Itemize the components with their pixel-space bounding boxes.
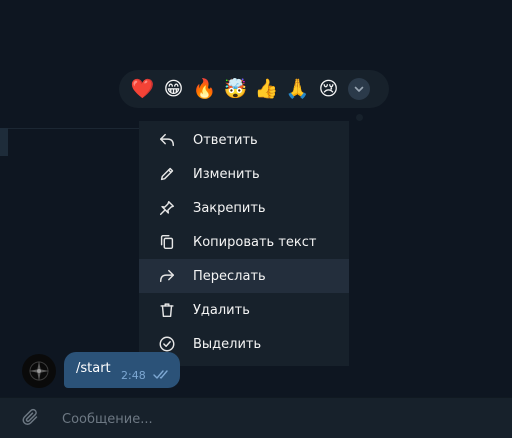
message-time: 2:48	[121, 369, 146, 382]
compass-logo-icon	[29, 361, 49, 381]
reaction-cry[interactable]: 😢	[313, 74, 344, 105]
chevron-down-icon	[354, 86, 364, 92]
reaction-grin[interactable]: 😁	[158, 74, 189, 105]
reaction-mind-blown[interactable]: 🤯	[220, 74, 251, 105]
menu-item-reply[interactable]: Ответить	[139, 123, 349, 157]
expand-reactions-button[interactable]	[348, 78, 370, 100]
avatar[interactable]	[22, 354, 56, 388]
reaction-bar-tail	[356, 114, 363, 121]
reaction-heart[interactable]: ❤️	[127, 74, 158, 105]
menu-item-label: Ответить	[193, 132, 258, 148]
chat-area: ❤️ 😁 🔥 🤯 👍 🙏 😢 Ответить Изменить Закрепи…	[0, 0, 512, 397]
pencil-icon	[157, 164, 177, 184]
reaction-fire[interactable]: 🔥	[189, 74, 220, 105]
scroll-indicator	[0, 128, 8, 156]
trash-icon	[157, 300, 177, 320]
menu-item-delete[interactable]: Удалить	[139, 293, 349, 327]
reaction-thumbs-up[interactable]: 👍	[251, 74, 282, 105]
menu-item-label: Выделить	[193, 336, 262, 352]
forward-icon	[157, 266, 177, 286]
paperclip-icon[interactable]	[21, 408, 41, 428]
menu-item-label: Удалить	[193, 302, 250, 318]
menu-item-label: Закрепить	[193, 200, 266, 216]
menu-item-label: Копировать текст	[193, 234, 317, 250]
reaction-bar: ❤️ 😁 🔥 🤯 👍 🙏 😢	[119, 70, 389, 108]
message-composer	[0, 397, 512, 438]
message-input[interactable]	[60, 408, 484, 430]
context-menu: Ответить Изменить Закрепить Копировать т…	[139, 121, 349, 366]
menu-item-pin[interactable]: Закрепить	[139, 191, 349, 225]
divider	[0, 128, 140, 129]
double-check-icon	[153, 370, 168, 379]
reaction-pray[interactable]: 🙏	[282, 74, 313, 105]
reply-icon	[157, 130, 177, 150]
menu-item-label: Изменить	[193, 166, 260, 182]
menu-item-forward[interactable]: Переслать	[139, 259, 349, 293]
menu-item-label: Переслать	[193, 268, 266, 284]
menu-item-edit[interactable]: Изменить	[139, 157, 349, 191]
copy-icon	[157, 232, 177, 252]
message-bubble[interactable]: /start 2:48	[64, 352, 180, 388]
menu-item-copy[interactable]: Копировать текст	[139, 225, 349, 259]
check-circle-icon	[157, 334, 177, 354]
message-text: /start	[76, 361, 111, 376]
pin-icon	[157, 198, 177, 218]
